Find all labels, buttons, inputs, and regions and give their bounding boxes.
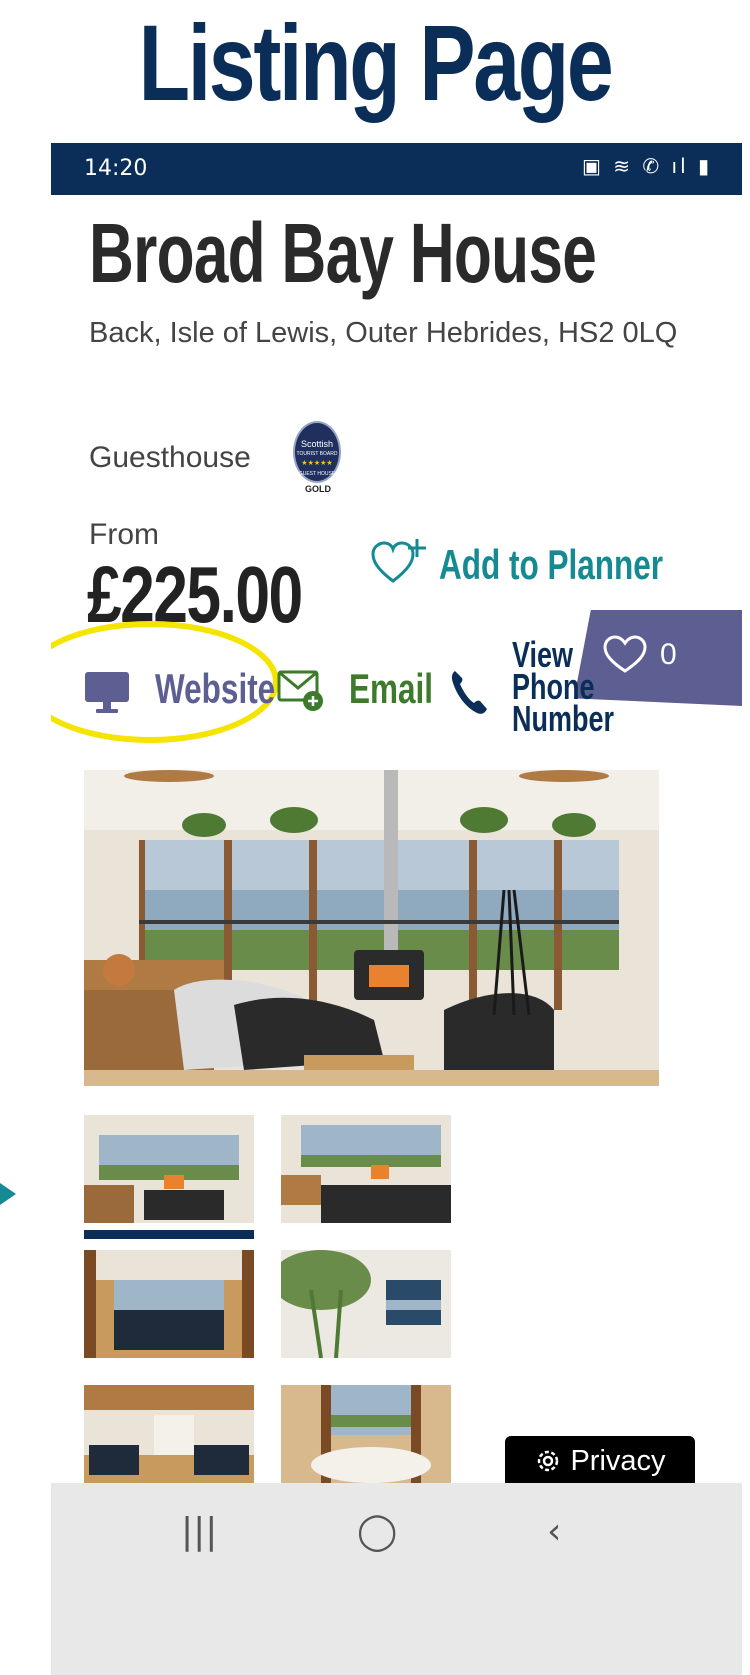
price-prefix: From <box>89 518 159 551</box>
phone-screen: 14:20 ▣ ≋ ✆ ıl ▮ Broad Bay House Back, I… <box>51 143 742 1675</box>
phone-label-line3: Number <box>512 698 615 739</box>
thumbnail-5[interactable] <box>84 1385 254 1493</box>
badge-line3: GUEST HOUSE <box>298 471 336 477</box>
listing-category: Guesthouse <box>89 441 251 474</box>
privacy-label: Privacy <box>570 1444 666 1477</box>
home-button[interactable]: ◯ <box>357 1511 397 1552</box>
heart-plus-icon <box>371 539 426 583</box>
phone-icon[interactable] <box>449 667 489 717</box>
email-plus-icon[interactable] <box>277 668 325 712</box>
recents-button[interactable]: ||| <box>181 1511 217 1552</box>
status-time: 14:20 <box>84 156 148 181</box>
badge-line2: TOURIST BOARD <box>296 451 338 457</box>
page-heading: Listing Page <box>138 2 614 123</box>
gear-icon <box>538 1450 559 1472</box>
back-button[interactable]: ‹ <box>547 1511 561 1552</box>
view-phone-number-link[interactable]: View Phone Number <box>512 637 615 739</box>
add-to-planner-label: Add to Planner <box>439 541 664 588</box>
status-icons: ▣ ≋ ✆ ıl ▮ <box>582 154 712 178</box>
main-photo[interactable] <box>84 770 659 1086</box>
thumbnail-4[interactable] <box>281 1250 451 1358</box>
badge-seal: Scottish TOURIST BOARD ★★★★★ GUEST HOUSE <box>293 421 341 483</box>
monitor-icon[interactable] <box>84 670 130 714</box>
badge-stars: ★★★★★ <box>301 460 333 467</box>
privacy-button[interactable]: Privacy <box>505 1436 695 1486</box>
listing-address: Back, Isle of Lewis, Outer Hebrides, HS2… <box>89 317 678 349</box>
pointer-arrow <box>0 1183 16 1205</box>
favourites-count: 0 <box>660 638 677 671</box>
thumbnail-3[interactable] <box>84 1250 254 1358</box>
thumbnail-6[interactable] <box>281 1385 451 1493</box>
listing-title: Broad Bay House <box>89 206 597 300</box>
status-bar: 14:20 ▣ ≋ ✆ ıl ▮ <box>51 143 742 195</box>
email-link[interactable]: Email <box>349 665 433 713</box>
badge-line1: Scottish <box>300 439 333 449</box>
thumbnail-2[interactable] <box>281 1115 451 1223</box>
system-nav-bar: ||| ◯ ‹ <box>51 1483 742 1675</box>
website-link[interactable]: Website <box>155 665 275 713</box>
badge-grade: GOLD <box>305 484 331 494</box>
thumbnail-1[interactable] <box>84 1115 254 1223</box>
thumbnail-selected-indicator <box>84 1230 254 1239</box>
quality-badge: Scottish TOURIST BOARD ★★★★★ GUEST HOUSE… <box>293 421 343 494</box>
